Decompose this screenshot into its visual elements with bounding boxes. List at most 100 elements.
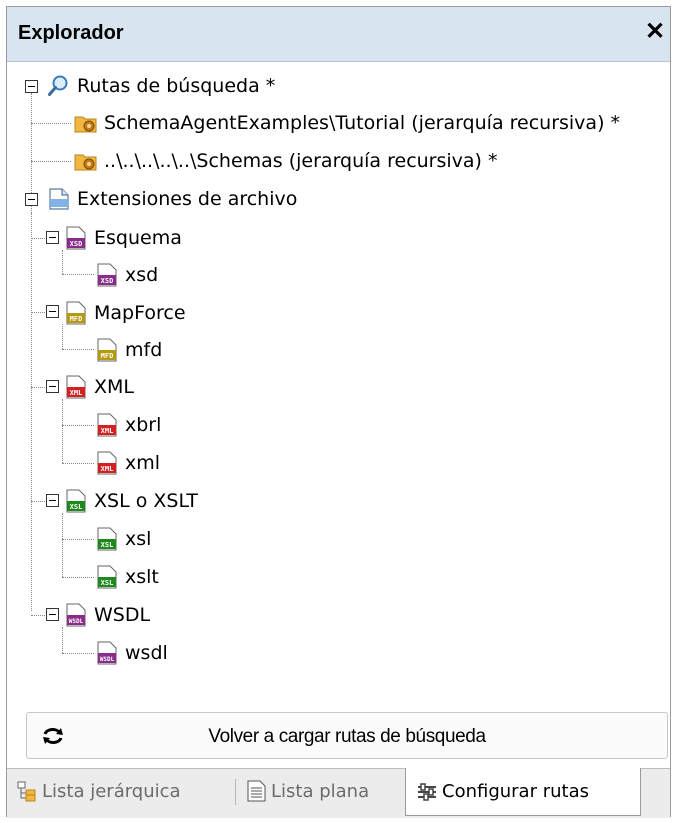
xsl-file-icon: XSL — [97, 565, 117, 589]
tree-item-extension[interactable]: XSL xsl — [95, 525, 151, 553]
collapse-toggle[interactable] — [46, 380, 59, 393]
tree-connector — [62, 425, 94, 426]
tree-connector — [62, 627, 63, 653]
xml-file-icon: XML — [66, 375, 86, 399]
tree-item-label: xbrl — [125, 414, 162, 436]
tab-label: Lista plana — [271, 780, 370, 802]
tree-item-extension[interactable]: WSDL wsdl — [95, 639, 168, 667]
reload-search-paths-button[interactable]: Volver a cargar rutas de búsqueda — [26, 712, 668, 759]
tree-item-group-esquema[interactable]: XSD Esquema — [64, 224, 182, 252]
tree-connector — [62, 250, 63, 274]
tree-connector — [62, 577, 94, 578]
tab-label: Configurar rutas — [442, 781, 589, 802]
file-extensions-icon — [49, 188, 69, 210]
window-title: Explorador — [18, 22, 124, 44]
tree-item-search-path[interactable]: SchemaAgentExamples\Tutorial (jerarquía … — [74, 109, 620, 137]
tree-item-group-xslt[interactable]: XSL XSL o XSLT — [64, 487, 198, 515]
collapse-toggle[interactable] — [46, 494, 59, 507]
tree-item-label: xslt — [125, 566, 159, 588]
tab-hierarchical-list[interactable]: Lista jerárquica — [16, 769, 181, 813]
configure-paths-icon — [418, 782, 436, 801]
tree-item-label: Rutas de búsqueda * — [77, 75, 276, 97]
search-icon — [48, 75, 68, 96]
svg-text:XML: XML — [70, 389, 83, 397]
collapse-toggle[interactable] — [46, 608, 59, 621]
close-icon[interactable]: ✕ — [642, 18, 668, 46]
tree-item-label: WSDL — [94, 604, 151, 626]
svg-text:XML: XML — [101, 427, 114, 435]
mfd-file-icon: MFD — [97, 338, 117, 362]
tree-connector — [62, 274, 94, 275]
tree-item-extension[interactable]: XML xml — [95, 449, 160, 477]
collapse-toggle[interactable] — [46, 231, 59, 244]
tree-connector — [62, 513, 63, 577]
tree-connector — [31, 238, 47, 239]
xsl-file-icon: XSL — [66, 489, 86, 513]
tree-connector — [31, 501, 47, 502]
tree-item-label: XSL o XSLT — [94, 490, 199, 512]
tree-item-extension[interactable]: XSL xslt — [95, 563, 159, 591]
window-titlebar: Explorador ✕ — [7, 7, 670, 62]
tree-connector — [31, 615, 47, 616]
wsdl-file-icon: WSDL — [66, 603, 86, 627]
tree-item-extension[interactable]: MFD mfd — [95, 336, 162, 364]
wsdl-file-icon: WSDL — [97, 641, 117, 665]
folder-gear-icon — [74, 154, 97, 171]
svg-text:XSD: XSD — [70, 240, 83, 248]
tree-item-label: XML — [94, 376, 134, 398]
tree-view: Rutas de búsqueda * SchemaAgentExamples\… — [7, 62, 670, 700]
tree-connector — [62, 349, 94, 350]
tree-connector — [62, 399, 63, 463]
svg-text:WSDL: WSDL — [100, 656, 115, 663]
tab-label: Lista jerárquica — [42, 780, 181, 802]
tree-item-group-xml[interactable]: XML XML — [64, 373, 134, 401]
tree-item-group-mapforce[interactable]: MFD MapForce — [64, 299, 186, 327]
tree-connector — [31, 387, 47, 388]
tree-connector — [31, 312, 47, 313]
tree-item-file-extensions[interactable]: Extensiones de archivo — [47, 185, 297, 213]
tree-connector — [62, 463, 94, 464]
tree-item-extension[interactable]: XSD xsd — [95, 261, 158, 289]
tab-flat-list[interactable]: Lista plana — [245, 769, 369, 813]
svg-text:XSD: XSD — [101, 277, 114, 285]
hierarchy-icon — [17, 781, 36, 802]
svg-text:WSDL: WSDL — [69, 618, 84, 625]
tree-item-label: wsdl — [125, 642, 168, 664]
flat-list-icon — [247, 780, 266, 802]
tree-item-search-path[interactable]: ..\..\..\..\..\Schemas (jerarquía recurs… — [74, 147, 498, 175]
tree-item-label: xsl — [125, 528, 152, 550]
xml-file-icon: XML — [97, 451, 117, 475]
tree-item-extension[interactable]: XML xbrl — [95, 411, 161, 439]
tab-separator — [235, 779, 236, 805]
tree-item-label: Esquema — [94, 227, 182, 249]
tree-item-label: xml — [125, 452, 161, 474]
tree-item-label: mfd — [125, 339, 163, 361]
tree-connector — [31, 123, 71, 124]
svg-text:MFD: MFD — [101, 352, 114, 360]
svg-text:XSL: XSL — [101, 579, 114, 587]
tree-item-group-wsdl[interactable]: WSDL WSDL — [64, 601, 150, 629]
tree-item-label: xsd — [125, 264, 159, 286]
tree-item-label: MapForce — [94, 302, 186, 324]
tree-item-label: Extensiones de archivo — [77, 188, 298, 210]
tree-item-search-paths[interactable]: Rutas de búsqueda * — [47, 72, 275, 100]
collapse-toggle[interactable] — [25, 193, 38, 206]
tree-item-label: ..\..\..\..\..\Schemas (jerarquía recurs… — [104, 150, 498, 172]
tree-connector — [62, 653, 94, 654]
xml-file-icon: XML — [97, 413, 117, 437]
xsl-file-icon: XSL — [97, 527, 117, 551]
svg-text:MFD: MFD — [70, 315, 83, 323]
tab-configure-paths[interactable]: Configurar rutas — [405, 768, 641, 816]
svg-text:XML: XML — [101, 465, 114, 473]
xsd-file-icon: XSD — [97, 263, 117, 287]
xsd-file-icon: XSD — [66, 226, 86, 250]
bottom-tab-bar: Lista jerárquica Lista plana Configurar … — [7, 768, 670, 818]
collapse-toggle[interactable] — [46, 305, 59, 318]
collapse-toggle[interactable] — [25, 80, 38, 93]
tree-connector — [31, 213, 32, 611]
svg-text:XSL: XSL — [101, 541, 114, 549]
reload-button-label: Volver a cargar rutas de búsqueda — [208, 726, 486, 747]
folder-gear-icon — [74, 116, 97, 133]
mfd-file-icon: MFD — [66, 301, 86, 325]
tree-connector — [31, 161, 71, 162]
